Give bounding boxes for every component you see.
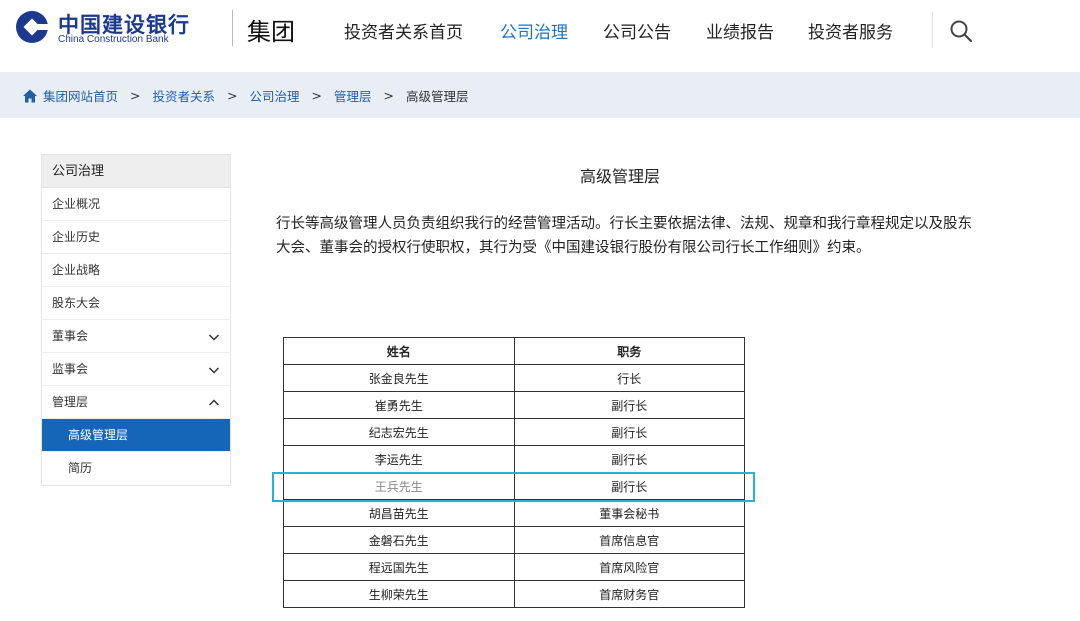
- breadcrumb-group-home[interactable]: 集团网站首页: [43, 86, 118, 105]
- cell-name[interactable]: 生柳荣先生: [283, 580, 515, 608]
- site-header: 中国建设银行 China Construction Bank 集团 投资者关系首…: [0, 0, 1080, 62]
- sidebar-item-shareholders-meeting[interactable]: 股东大会: [42, 287, 230, 320]
- nav-corporate-governance[interactable]: 公司治理: [500, 18, 568, 43]
- table-row: 王兵先生 副行长: [283, 472, 745, 500]
- table-row: 张金良先生 行长: [283, 364, 745, 392]
- intro-paragraph: 行长等高级管理人员负责组织我行的经营管理活动。行长主要依据法律、法规、规章和我行…: [276, 216, 972, 256]
- nav-announcements[interactable]: 公司公告: [603, 18, 671, 43]
- cell-position: 行长: [513, 364, 745, 392]
- breadcrumb-management[interactable]: 管理层: [334, 86, 372, 105]
- breadcrumb-separator: >: [383, 88, 394, 103]
- cell-position: 副行长: [513, 472, 745, 500]
- sidebar-item-label: 企业战略: [52, 263, 101, 277]
- cell-name[interactable]: 金磐石先生: [283, 526, 515, 554]
- table-row: 胡昌苗先生 董事会秘书: [283, 499, 745, 527]
- table-row: 纪志宏先生 副行长: [283, 418, 745, 446]
- sidebar-item-management[interactable]: 管理层: [42, 386, 230, 419]
- breadcrumb-separator: >: [130, 88, 141, 103]
- breadcrumb: 集团网站首页 > 投资者关系 > 公司治理 > 管理层 > 高级管理层: [22, 86, 469, 105]
- table-row: 生柳荣先生 首席财务官: [283, 580, 745, 608]
- sidebar-item-label: 管理层: [52, 395, 89, 409]
- sidebar-item-history[interactable]: 企业历史: [42, 221, 230, 254]
- chevron-down-icon[interactable]: [208, 331, 220, 343]
- cell-name[interactable]: 纪志宏先生: [283, 418, 515, 446]
- search-icon[interactable]: [948, 18, 974, 44]
- group-title[interactable]: 集团: [247, 12, 295, 47]
- cell-position: 副行长: [513, 445, 745, 473]
- breadcrumb-bar: 集团网站首页 > 投资者关系 > 公司治理 > 管理层 > 高级管理层: [0, 72, 1080, 118]
- cell-name[interactable]: 崔勇先生: [283, 391, 515, 419]
- breadcrumb-investor-relations[interactable]: 投资者关系: [153, 86, 216, 105]
- cell-position: 副行长: [513, 418, 745, 446]
- nav-performance-reports[interactable]: 业绩报告: [706, 18, 774, 43]
- cell-name[interactable]: 王兵先生: [283, 472, 515, 500]
- table-row: 崔勇先生 副行长: [283, 391, 745, 419]
- page-title: 高级管理层: [580, 167, 661, 186]
- table-row: 李运先生 副行长: [283, 445, 745, 473]
- senior-management-table: 姓名 职务 张金良先生 行长 崔勇先生 副行长 纪志宏先生 副行长 李运先生 副…: [283, 337, 745, 608]
- breadcrumb-current: 高级管理层: [406, 89, 469, 104]
- sidebar-item-label: 股东大会: [52, 296, 101, 310]
- sidebar-item-label: 企业历史: [52, 230, 101, 244]
- sidebar-item-label: 董事会: [52, 329, 89, 343]
- sidebar-item-strategy[interactable]: 企业战略: [42, 254, 230, 287]
- cell-position: 首席信息官: [513, 526, 745, 554]
- home-icon[interactable]: [22, 88, 38, 104]
- chevron-up-icon[interactable]: [208, 397, 220, 409]
- sidebar-item-supervisors[interactable]: 监事会: [42, 353, 230, 386]
- sidebar-item-overview[interactable]: 企业概况: [42, 188, 230, 221]
- table-row: 金磐石先生 首席信息官: [283, 526, 745, 554]
- sidebar-item-label: 企业概况: [52, 197, 101, 211]
- sidebar-subitem-resumes[interactable]: 简历: [42, 452, 230, 485]
- sidebar-item-board[interactable]: 董事会: [42, 320, 230, 353]
- column-header-name: 姓名: [283, 337, 515, 365]
- sidebar: 公司治理 企业概况 企业历史 企业战略 股东大会 董事会 监事会 管理层 高级管…: [41, 154, 231, 486]
- cell-name[interactable]: 程远国先生: [283, 553, 515, 581]
- cell-name[interactable]: 胡昌苗先生: [283, 499, 515, 527]
- cell-position: 副行长: [513, 391, 745, 419]
- nav-divider: [932, 12, 933, 48]
- cell-position: 董事会秘书: [513, 499, 745, 527]
- nav-investor-home[interactable]: 投资者关系首页: [344, 18, 463, 43]
- breadcrumb-separator: >: [227, 88, 238, 103]
- chevron-down-icon[interactable]: [208, 364, 220, 376]
- sidebar-item-label: 监事会: [52, 362, 89, 376]
- cell-position: 首席财务官: [513, 580, 745, 608]
- logo-divider: [232, 10, 233, 46]
- sidebar-subitem-senior-management[interactable]: 高级管理层: [42, 419, 230, 452]
- ccb-logo-icon[interactable]: [15, 10, 49, 44]
- cell-name[interactable]: 张金良先生: [283, 364, 515, 392]
- breadcrumb-separator: >: [311, 88, 322, 103]
- cell-name[interactable]: 李运先生: [283, 445, 515, 473]
- cell-position: 首席风险官: [513, 553, 745, 581]
- breadcrumb-corporate-governance[interactable]: 公司治理: [250, 86, 300, 105]
- table-row: 程远国先生 首席风险官: [283, 553, 745, 581]
- table-header-row: 姓名 职务: [283, 337, 745, 365]
- nav-investor-services[interactable]: 投资者服务: [808, 18, 893, 43]
- logo-english-name[interactable]: China Construction Bank: [58, 34, 169, 45]
- sidebar-title[interactable]: 公司治理: [42, 155, 230, 188]
- column-header-position: 职务: [513, 337, 745, 365]
